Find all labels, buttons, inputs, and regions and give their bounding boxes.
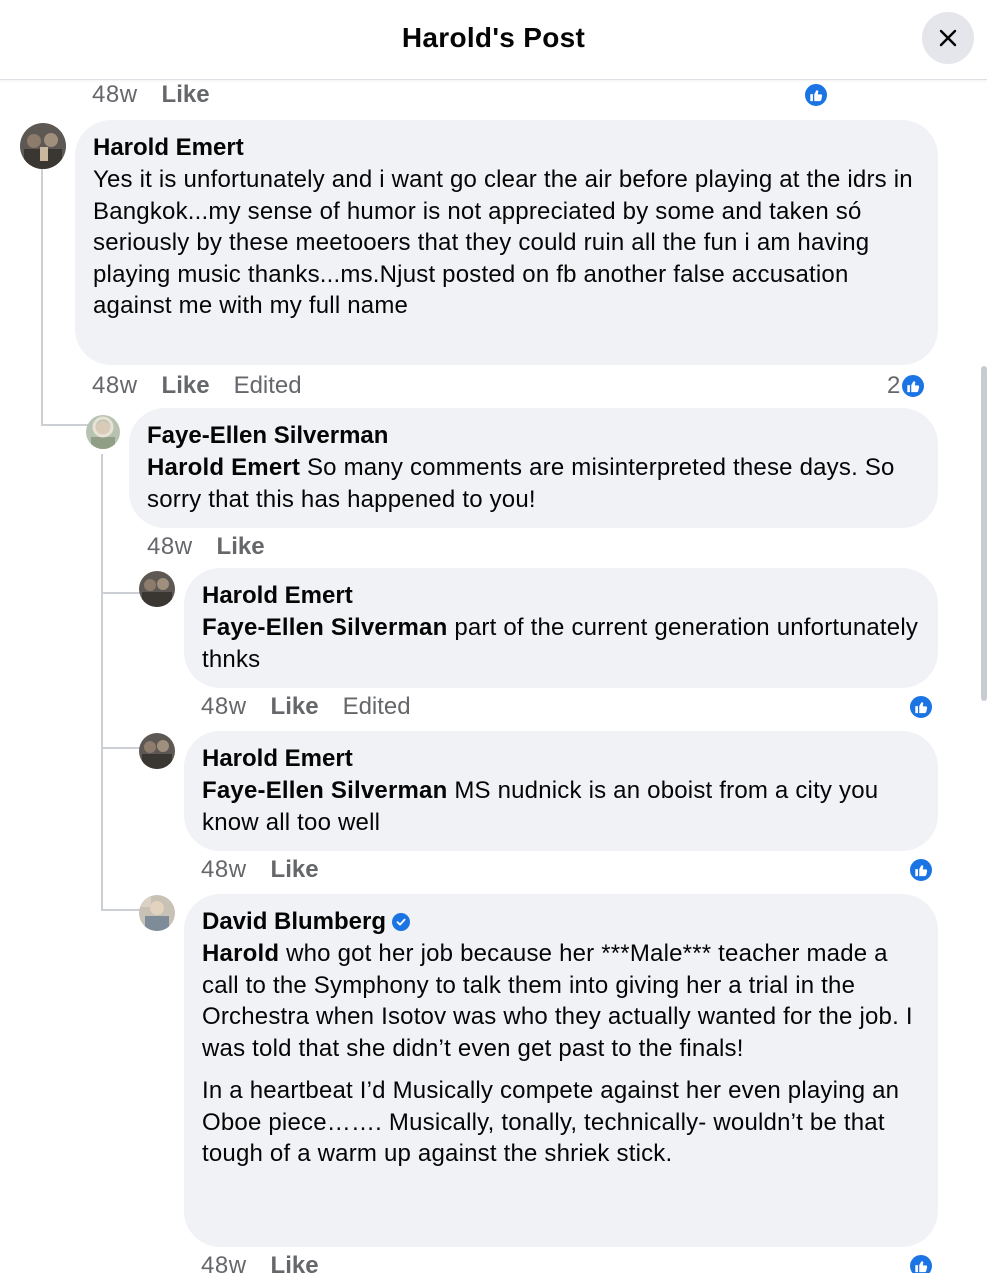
comment-author[interactable]: Faye-Ellen Silverman — [147, 420, 920, 452]
comment-text: Faye-Ellen Silverman part of the current… — [202, 612, 920, 675]
thread-line — [101, 909, 141, 911]
reaction-summary[interactable] — [908, 1252, 934, 1273]
comment-actions: 48w Like — [201, 1250, 343, 1273]
comment-text: Harold who got her job because her ***Ma… — [202, 938, 920, 1064]
post-title: Harold's Post — [401, 22, 586, 53]
comment-timestamp[interactable]: 48w — [201, 693, 247, 721]
comment-actions: 48w Like — [92, 81, 234, 111]
thumbs-up-icon — [908, 694, 934, 720]
avatar[interactable] — [86, 415, 120, 449]
avatar[interactable] — [139, 733, 175, 769]
thumbs-up-icon — [900, 373, 927, 399]
comment-author[interactable]: David Blumberg — [202, 906, 386, 938]
comments-thread[interactable]: 48w Like Harold Emert Yes it is unfortun… — [0, 81, 987, 1273]
comment-text: Harold Emert So many comments are misint… — [147, 452, 920, 515]
reaction-summary[interactable] — [803, 81, 829, 109]
comment-actions: 48w Like Edited — [92, 370, 302, 402]
comment-timestamp[interactable]: 48w — [92, 81, 138, 109]
comment-timestamp[interactable]: 48w — [92, 372, 138, 400]
edited-label: Edited — [233, 372, 302, 399]
close-button[interactable] — [922, 12, 974, 64]
comment-text: Yes it is unfortunately and i want go cl… — [93, 166, 920, 319]
comment-actions: 48w Like — [147, 531, 289, 563]
comment-timestamp[interactable]: 48w — [201, 856, 247, 884]
comment-author-row: David Blumberg — [202, 906, 920, 938]
reaction-count: 2 — [887, 372, 901, 399]
comment-bubble: Harold Emert Faye-Ellen Silverman MS nud… — [184, 731, 938, 851]
comment-mention[interactable]: Faye-Ellen Silverman — [202, 777, 447, 804]
comment-bubble: Faye-Ellen Silverman Harold Emert So man… — [129, 408, 938, 528]
comment-bubble: Harold Emert Yes it is unfortunately and… — [75, 120, 938, 365]
comment-actions: 48w Like Edited — [201, 691, 411, 723]
thread-line — [101, 592, 141, 594]
comment-actions: 48w Like — [201, 854, 343, 886]
thread-line — [41, 166, 43, 426]
thread-line — [41, 424, 89, 426]
like-button[interactable]: Like — [217, 533, 265, 561]
comment-timestamp[interactable]: 48w — [201, 1252, 247, 1273]
comment-body: who got her job because her ***Male*** t… — [202, 940, 920, 1062]
comment-mention[interactable]: Harold — [202, 940, 279, 967]
like-button[interactable]: Like — [162, 81, 210, 109]
comment-bubble: Harold Emert Faye-Ellen Silverman part o… — [184, 568, 938, 688]
comment-timestamp[interactable]: 48w — [147, 533, 193, 561]
comment-author[interactable]: Harold Emert — [202, 743, 920, 775]
thumbs-up-icon — [908, 857, 934, 883]
comment-author[interactable]: Harold Emert — [93, 132, 920, 164]
thread-line — [101, 454, 103, 910]
avatar[interactable] — [20, 123, 66, 169]
avatar[interactable] — [139, 895, 175, 931]
thread-line — [101, 747, 141, 749]
verified-badge-icon — [392, 913, 411, 931]
like-button[interactable]: Like — [162, 372, 210, 400]
reaction-summary[interactable] — [908, 693, 934, 721]
reaction-summary[interactable] — [908, 856, 934, 884]
comment-mention[interactable]: Harold Emert — [147, 454, 300, 481]
edited-label: Edited — [342, 693, 411, 720]
post-header: Harold's Post — [0, 0, 987, 80]
thumbs-up-icon — [803, 82, 829, 108]
scrollbar[interactable] — [981, 366, 987, 701]
comment-mention[interactable]: Faye-Ellen Silverman — [202, 614, 447, 641]
like-button[interactable]: Like — [271, 693, 319, 721]
like-button[interactable]: Like — [271, 856, 319, 884]
close-icon — [939, 29, 957, 47]
like-button[interactable]: Like — [271, 1252, 319, 1273]
thumbs-up-icon — [908, 1253, 934, 1273]
avatar[interactable] — [139, 571, 175, 607]
comment-author[interactable]: Harold Emert — [202, 580, 920, 612]
comment-text-paragraph: In a heartbeat I’d Musically compete aga… — [202, 1077, 907, 1167]
reaction-summary[interactable]: 2 — [887, 372, 927, 400]
comment-text: Faye-Ellen Silverman MS nudnick is an ob… — [202, 775, 920, 838]
comment-bubble: David Blumberg Harold who got her job be… — [184, 894, 938, 1247]
